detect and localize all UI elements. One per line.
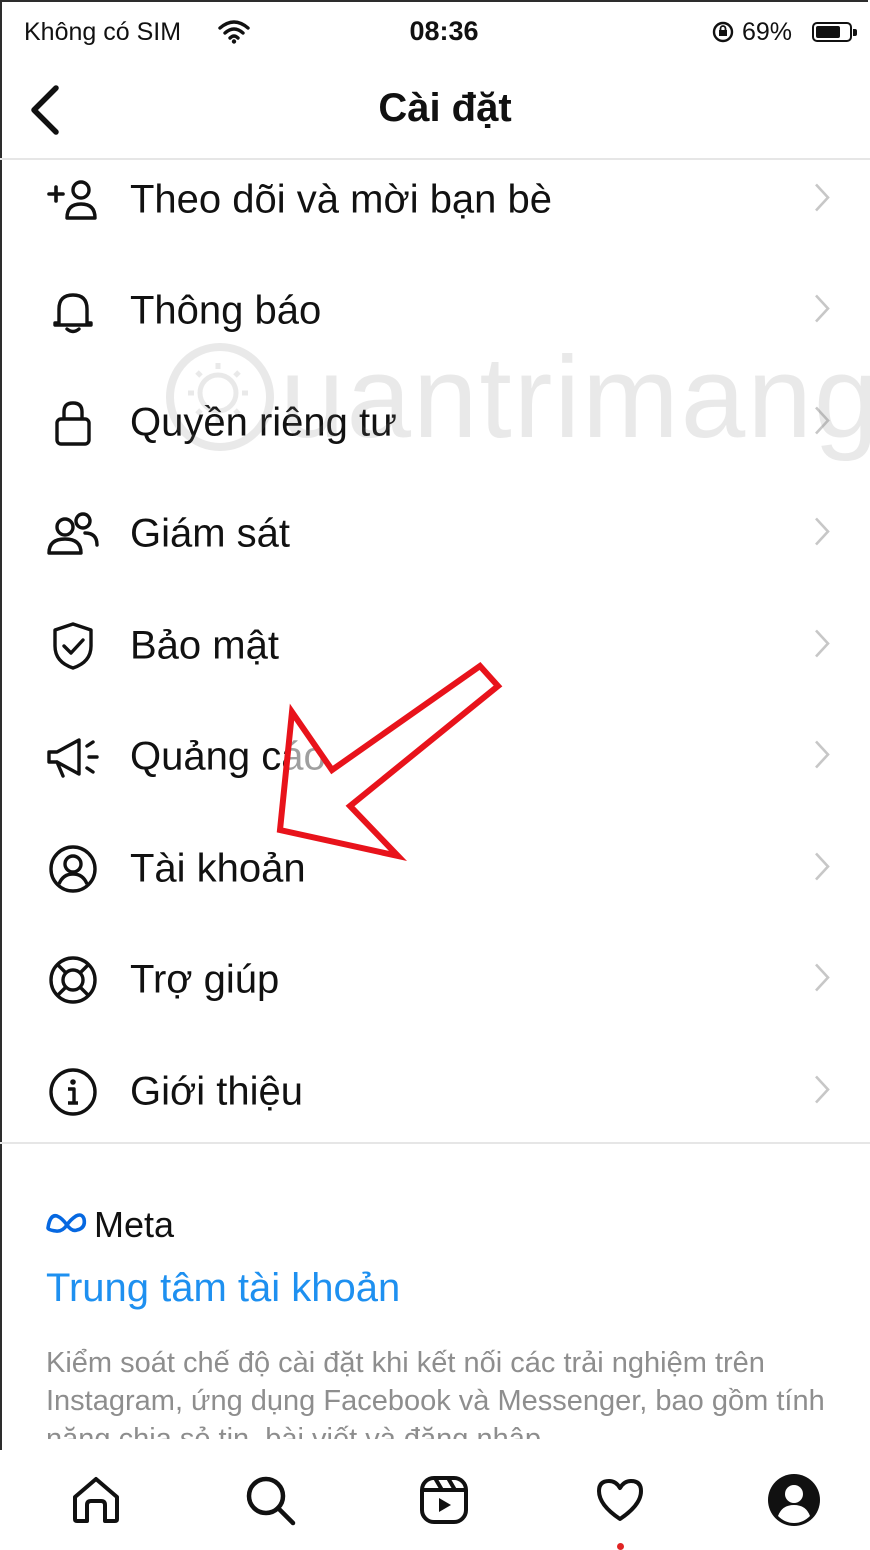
menu-item-label: Trợ giúp [130, 957, 280, 1002]
chevron-right-icon [812, 850, 832, 887]
menu-item-label: Giới thiệu [130, 1069, 303, 1114]
settings-menu: Theo dõi và mời bạn bè Thông báo Quyền r… [0, 144, 870, 1148]
battery-percent: 69% [742, 18, 793, 46]
menu-item-privacy[interactable]: Quyền riêng tư [0, 367, 870, 479]
status-bar: Không có SIM 08:36 69% [0, 0, 870, 64]
menu-item-supervision[interactable]: Giám sát [0, 479, 870, 591]
chevron-right-icon [812, 627, 832, 664]
megaphone-icon [44, 728, 102, 786]
notification-dot [617, 1543, 624, 1550]
chevron-right-icon [812, 293, 832, 330]
lifebuoy-icon [44, 951, 102, 1009]
heart-icon[interactable] [580, 1460, 660, 1540]
accounts-center-description: Kiểm soát chế độ cài đặt khi kết nối các… [46, 1347, 825, 1439]
menu-item-label: Giám sát [130, 511, 291, 556]
section-divider [0, 1142, 870, 1144]
menu-item-label: Bảo mật [130, 623, 279, 668]
profile-icon[interactable] [754, 1460, 834, 1540]
chevron-right-icon [812, 1073, 832, 1110]
reels-icon[interactable] [404, 1460, 484, 1540]
meta-logo-icon [44, 1210, 90, 1241]
chevron-right-icon [812, 181, 832, 218]
page-title: Cài đặt [378, 86, 512, 130]
menu-item-notifications[interactable]: Thông báo [0, 256, 870, 368]
shield-check-icon [44, 617, 102, 675]
menu-item-label: Thông báo [130, 288, 322, 333]
accounts-center-link[interactable]: Trung tâm tài khoản [46, 1266, 400, 1311]
battery-icon [812, 22, 857, 42]
menu-item-help[interactable]: Trợ giúp [0, 925, 870, 1037]
account-circle-icon [44, 840, 102, 898]
info-icon [44, 1063, 102, 1121]
clock: 08:36 [409, 16, 479, 46]
lock-icon [44, 394, 102, 452]
annotation-arrow-icon [276, 662, 503, 862]
meta-brand-label: Meta [94, 1204, 175, 1245]
menu-item-label: Quyền riêng tư [130, 400, 397, 445]
add-person-icon [44, 171, 102, 229]
menu-item-about[interactable]: Giới thiệu [0, 1036, 870, 1148]
people-icon [44, 505, 102, 563]
chevron-right-icon [812, 739, 832, 776]
chevron-right-icon [812, 516, 832, 553]
bell-icon [44, 282, 102, 340]
chevron-right-icon [812, 404, 832, 441]
menu-item-follow-invite[interactable]: Theo dõi và mời bạn bè [0, 144, 870, 256]
home-icon[interactable] [56, 1460, 136, 1540]
meta-brand: Meta [44, 1204, 174, 1246]
orientation-lock-icon [710, 20, 736, 49]
chevron-right-icon [812, 962, 832, 999]
tab-bar [0, 1450, 870, 1550]
search-icon[interactable] [230, 1460, 310, 1540]
menu-item-label: Theo dõi và mời bạn bè [130, 177, 553, 222]
